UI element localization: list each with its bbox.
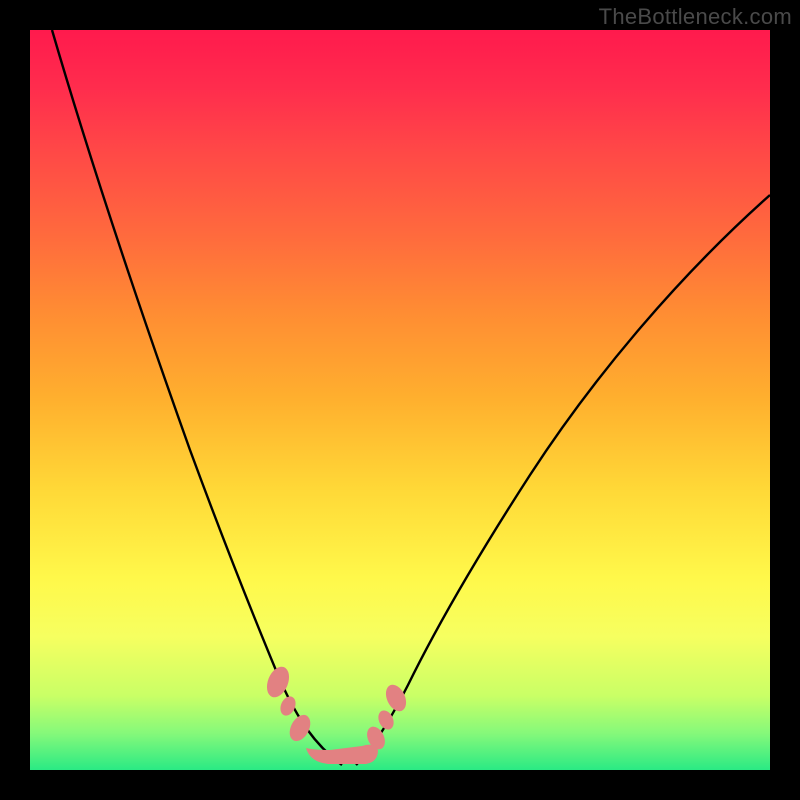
plot-area (30, 30, 770, 770)
bottom-bridge-blob (306, 745, 378, 764)
chart-svg (30, 30, 770, 770)
watermark-text: TheBottleneck.com (599, 4, 792, 30)
left-blob-upper (263, 663, 294, 700)
left-curve (52, 30, 342, 765)
left-blob-mid (278, 694, 299, 718)
right-curve (356, 195, 770, 765)
left-blob-lower (285, 711, 314, 744)
right-blob-upper (382, 682, 410, 715)
chart-frame: TheBottleneck.com (0, 0, 800, 800)
